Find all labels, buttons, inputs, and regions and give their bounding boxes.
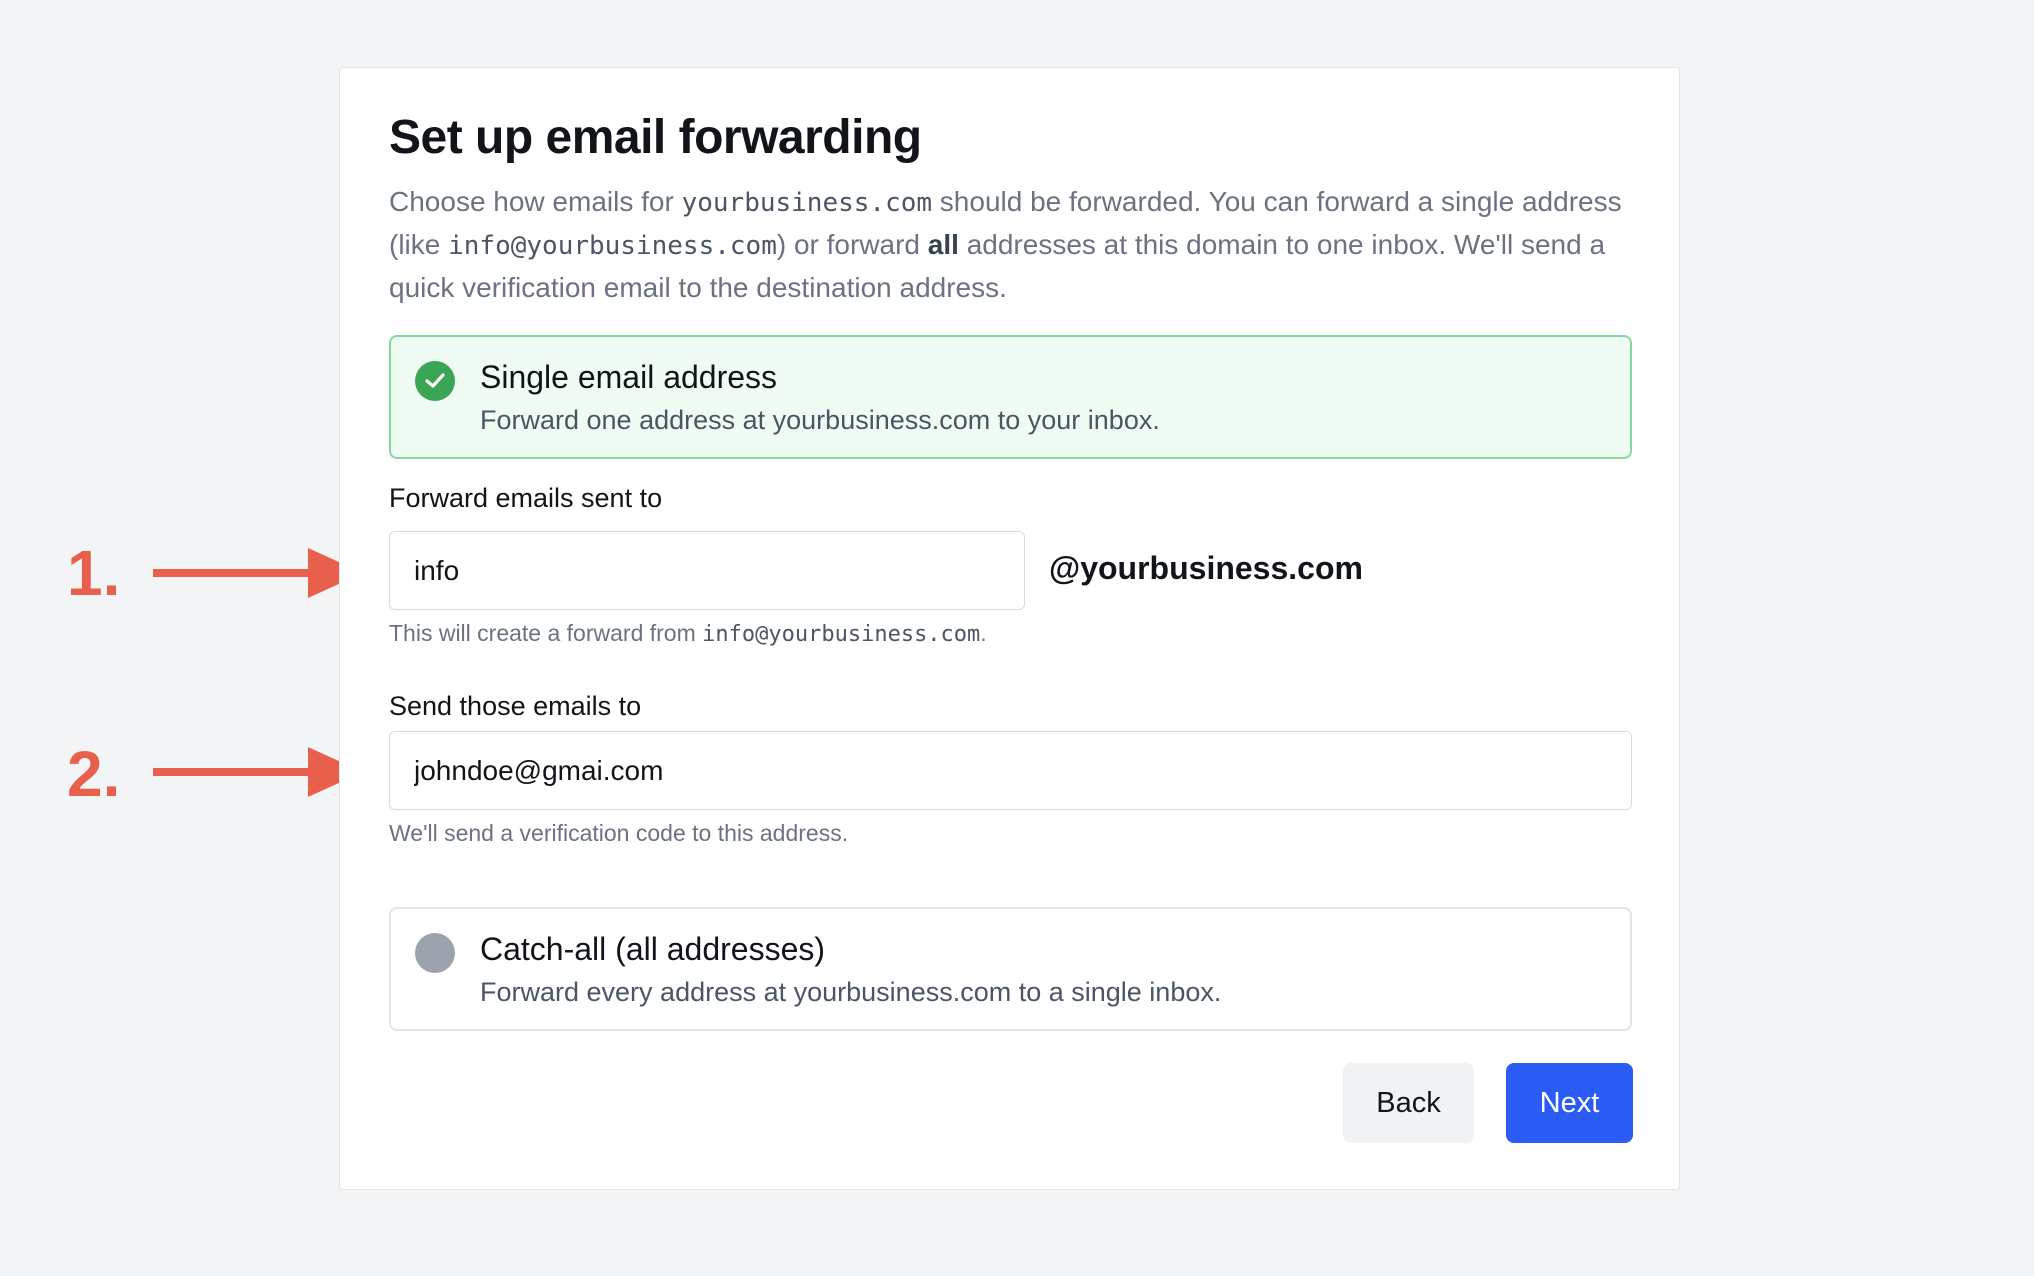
forward-to-label: Send those emails to xyxy=(389,691,642,721)
arrow-right-icon xyxy=(153,548,363,598)
hint-address: info@yourbusiness.com xyxy=(702,622,981,647)
option-title: Catch-all (all addresses) xyxy=(480,931,826,967)
option-single-address[interactable]: Single email address Forward one address… xyxy=(389,335,1632,459)
intro-example-address: info@yourbusiness.com xyxy=(448,231,777,261)
option-title: Single email address xyxy=(480,359,778,395)
arrow-right-icon xyxy=(153,747,363,797)
option-catch-all[interactable]: Catch-all (all addresses) Forward every … xyxy=(389,907,1632,1031)
next-button[interactable]: Next xyxy=(1506,1063,1633,1143)
forwarding-setup-card: Set up email forwarding Choose how email… xyxy=(339,67,1680,1190)
intro-part: ) or forward xyxy=(776,229,928,260)
forward-from-label: Forward emails sent to xyxy=(389,483,663,513)
forward-from-input[interactable] xyxy=(389,531,1025,610)
hint-text: This will create a forward from xyxy=(389,620,703,646)
annotation-step-1: 1. xyxy=(67,537,121,609)
hint-text: . xyxy=(980,620,987,646)
intro-part: Choose how emails for xyxy=(389,186,682,217)
option-description: Forward every address at yourbusiness.co… xyxy=(480,977,1222,1007)
forward-to-hint: We'll send a verification code to this a… xyxy=(389,820,849,846)
radio-empty-icon xyxy=(415,933,455,973)
annotation-step-2: 2. xyxy=(67,738,121,810)
intro-domain: yourbusiness.com xyxy=(681,188,933,218)
option-description: Forward one address at yourbusiness.com … xyxy=(480,405,1160,435)
forward-from-hint: This will create a forward from info@you… xyxy=(389,620,987,647)
intro-bold-word: all xyxy=(927,229,959,260)
forward-to-input[interactable] xyxy=(389,731,1632,810)
check-circle-icon xyxy=(415,361,455,401)
intro-text: Choose how emails for yourbusiness.com s… xyxy=(389,181,1659,308)
back-button[interactable]: Back xyxy=(1343,1063,1474,1143)
domain-suffix: @yourbusiness.com xyxy=(1049,550,1363,586)
page-title: Set up email forwarding xyxy=(389,111,922,164)
